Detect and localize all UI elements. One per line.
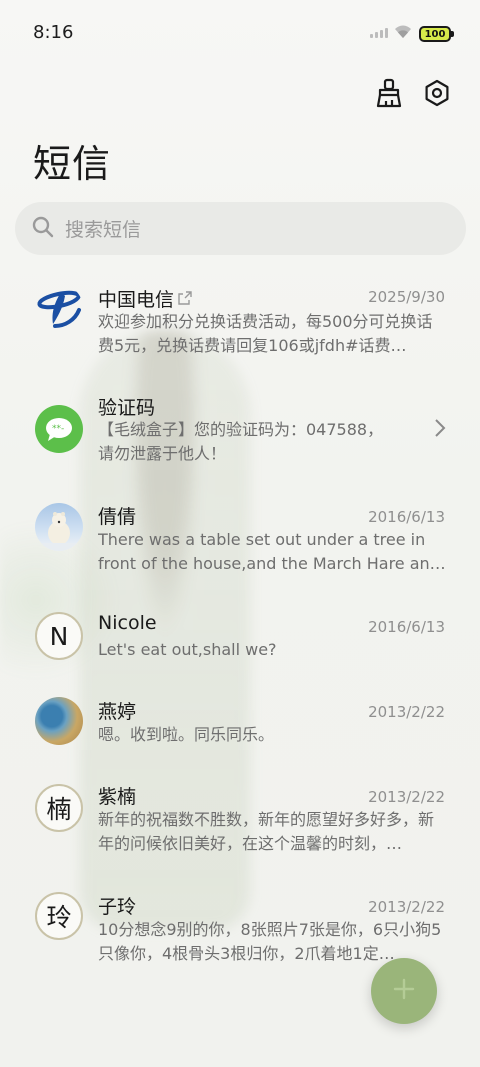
status-time: 8:16 — [33, 22, 74, 43]
battery-level: 100 — [424, 28, 446, 40]
conversation-date: 2016/6/13 — [368, 618, 445, 636]
conversation-item[interactable]: 楠 紫楠 2013/2/22 新年的祝福数不胜数，新年的愿望好多好多，新年的问候… — [0, 772, 480, 872]
conversation-name-text: 中国电信 — [98, 289, 175, 311]
conversation-preview: 【毛绒盒子】您的验证码为：047588，请勿泄露于他人！ — [98, 420, 384, 463]
conversation-item[interactable]: 燕婷 2013/2/22 嗯。收到啦。同乐同乐。 — [0, 687, 480, 767]
conversation-preview: There was a table set out under a tree i… — [98, 530, 446, 573]
polar-bear-photo — [35, 503, 83, 551]
page-title: 短信 — [33, 142, 112, 186]
conversation-preview: 新年的祝福数不胜数，新年的愿望好多好多，新年的问候依旧美好，在这个温馨的时刻，… — [98, 810, 435, 853]
conversation-name: 紫楠 — [98, 782, 136, 809]
svg-text:**-: **- — [52, 424, 64, 434]
signal-icon — [370, 28, 388, 38]
chevron-right-icon — [434, 418, 446, 442]
conversation-preview: Let's eat out,shall we? — [98, 640, 277, 659]
search-placeholder: 搜索短信 — [65, 219, 142, 241]
conversation-date: 2016/6/13 — [368, 508, 445, 526]
conversation-name: 倩倩 — [98, 502, 136, 529]
conversation-preview: 欢迎参加积分兑换话费活动，每500分可兑换话费5元，兑换话费请回复106或jfd… — [98, 312, 433, 355]
battery-icon: 100 — [419, 26, 454, 42]
china-telecom-logo — [35, 284, 83, 332]
contact-letter-avatar: N — [35, 612, 83, 660]
contact-letter-avatar: 玲 — [35, 892, 83, 940]
conversation-item[interactable]: 中国电信 2025/9/30 欢迎参加积分兑换话费活动，每500分可兑换话费5元… — [0, 272, 480, 372]
conversation-name-text: 验证码 — [98, 397, 156, 419]
wifi-icon — [393, 22, 413, 44]
landscape-photo — [35, 697, 83, 745]
conversation-name: 子玲 — [98, 892, 136, 919]
conversation-item[interactable]: N Nicole 2016/6/13 Let's eat out,shall w… — [0, 602, 480, 682]
conversation-item[interactable]: **- 验证码 【毛绒盒子】您的验证码为：047588，请勿泄露于他人！ — [0, 382, 480, 482]
search-bar[interactable]: 搜索短信 — [15, 202, 466, 255]
conversation-name: 中国电信 — [98, 285, 192, 312]
messages-screen: 8:16 100 短信 搜索短信 中国电信 2025/9/30 欢迎参加积分兑换… — [0, 0, 480, 1067]
conversation-preview: 嗯。收到啦。同乐同乐。 — [98, 725, 275, 744]
conversation-name-text: 倩倩 — [98, 506, 137, 528]
plus-icon — [393, 978, 415, 1004]
conversation-name-text: 燕婷 — [98, 701, 137, 723]
conversation-name-text: 子玲 — [98, 896, 137, 918]
conversation-name-text: Nicole — [98, 612, 157, 634]
conversation-item[interactable]: 倩倩 2016/6/13 There was a table set out u… — [0, 492, 480, 592]
external-link-icon — [178, 288, 192, 310]
new-message-button[interactable] — [371, 958, 437, 1024]
status-bar: 8:16 100 — [0, 0, 480, 68]
conversation-date: 2025/9/30 — [368, 288, 445, 306]
conversation-name: Nicole — [98, 612, 157, 634]
clean-brush-icon[interactable] — [374, 78, 404, 108]
search-icon — [31, 215, 55, 243]
message-bubble-icon: **- — [35, 405, 83, 453]
conversation-date: 2013/2/22 — [368, 898, 445, 916]
conversation-name: 燕婷 — [98, 697, 136, 724]
conversation-date: 2013/2/22 — [368, 703, 445, 721]
header-actions — [374, 78, 452, 108]
contact-letter-avatar: 楠 — [35, 784, 83, 832]
conversation-date: 2013/2/22 — [368, 788, 445, 806]
conversation-name: 验证码 — [98, 393, 155, 420]
settings-icon[interactable] — [422, 78, 452, 108]
conversation-name-text: 紫楠 — [98, 786, 137, 808]
